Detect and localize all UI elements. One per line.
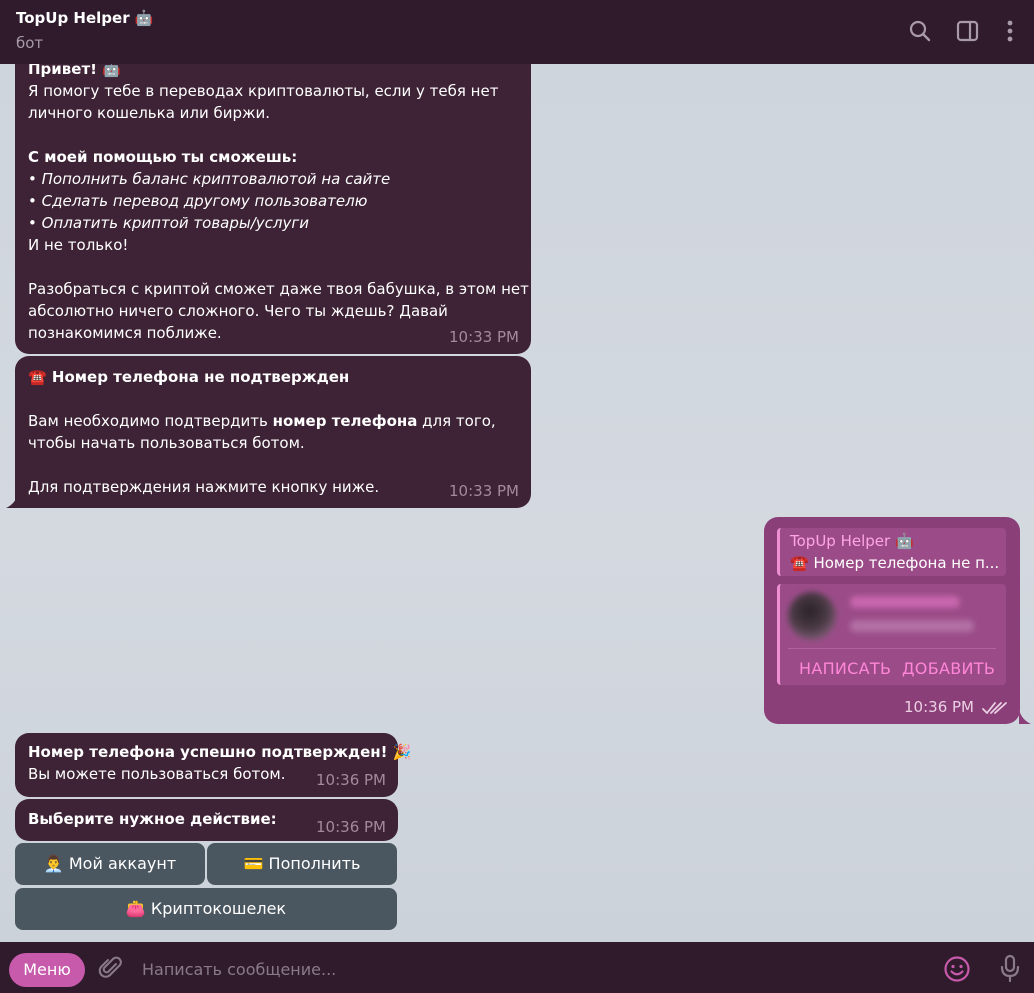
phone-required-body: Вам необходимо подтвердить номер телефон… — [28, 410, 519, 432]
message-text-line: • Оплатить криптой товары/услуги — [28, 214, 309, 232]
shared-contact-card[interactable]: НАПИСАТЬ ДОБАВИТЬ — [777, 584, 1006, 685]
message-time: 10:33 PM — [449, 328, 519, 346]
message-input[interactable] — [142, 956, 922, 982]
phone-required-message: ☎️ Номер телефона не подтвержден Вам нео… — [15, 356, 531, 508]
phone-required-title: ☎️ Номер телефона не подтвержден — [28, 368, 350, 386]
bubble-tail — [6, 494, 18, 508]
search-icon[interactable] — [907, 18, 933, 44]
reply-preview[interactable]: TopUp Helper 🤖 ☎️ Номер телефона не п... — [777, 528, 1006, 576]
body-text: для того, — [417, 412, 496, 430]
message-text-line: • Пополнить баланс криптовалютой на сайт… — [28, 170, 391, 188]
write-contact-button[interactable]: НАПИСАТЬ — [799, 658, 891, 680]
crypto-wallet-button[interactable]: 👛 Криптокошелек — [15, 888, 397, 930]
outgoing-contact-message: TopUp Helper 🤖 ☎️ Номер телефона не п...… — [764, 517, 1020, 724]
bot-menu-button[interactable]: Меню — [9, 953, 85, 987]
message-text-line: Для подтверждения нажмите кнопку ниже. — [28, 478, 380, 496]
reply-text: ☎️ Номер телефона не п... — [790, 554, 1000, 572]
divider — [788, 648, 996, 649]
message-text-line: личного кошелька или биржи. — [28, 104, 271, 122]
phone-confirmed-message: Номер телефона успешно подтвержден! 🎉 Вы… — [15, 733, 412, 797]
message-composer: Меню — [0, 942, 1034, 993]
emoji-icon[interactable] — [943, 955, 971, 983]
message-text-line — [28, 124, 519, 146]
contact-name-blurred — [850, 596, 960, 608]
message-text-line: • Сделать перевод другому пользователю — [28, 192, 368, 210]
message-text-line: познакомимся поближе. — [28, 324, 222, 342]
my-account-button[interactable]: 👨‍💼 Мой аккаунт — [15, 843, 205, 885]
chat-subtitle: бот — [16, 34, 44, 52]
body-text: Вам необходимо подтвердить — [28, 412, 273, 430]
bubble-tail — [1019, 710, 1031, 724]
message-text-line: абсолютно ничего сложного. Чего ты ждешь… — [28, 302, 448, 320]
message-time: 10:33 PM — [449, 482, 519, 500]
top-up-button[interactable]: 💳 Пополнить — [207, 843, 397, 885]
message-text-line: чтобы начать пользоваться ботом. — [28, 434, 305, 452]
message-text-line: Разобраться с криптой сможет даже твоя б… — [28, 280, 529, 298]
message-text-line — [28, 388, 519, 410]
avatar — [788, 592, 836, 640]
message-time: 10:36 PM — [316, 771, 386, 789]
welcome-message: Привет! 🤖 Я помогу тебе в переводах крип… — [15, 64, 531, 354]
message-time: 10:36 PM — [904, 698, 974, 716]
message-time: 10:36 PM — [316, 818, 386, 836]
contact-phone-blurred — [850, 620, 974, 632]
message-text-line: С моей помощью ты сможешь: — [28, 148, 298, 166]
message-text-line: Я помогу тебе в переводах криптовалюты, … — [28, 82, 499, 100]
more-vertical-icon[interactable] — [997, 18, 1023, 44]
choose-action-message: Выберите нужное действие: 10:36 PM — [15, 799, 398, 841]
chat-header: TopUp Helper 🤖 бот — [0, 0, 1034, 64]
body-bold-text: номер телефона — [272, 412, 418, 430]
message-text-line — [28, 256, 519, 278]
chat-title[interactable]: TopUp Helper 🤖 — [16, 9, 154, 27]
double-check-icon — [982, 702, 1007, 714]
attach-icon[interactable] — [98, 955, 124, 981]
reply-author: TopUp Helper 🤖 — [790, 532, 914, 550]
phone-confirmed-title: Номер телефона успешно подтвержден! 🎉 — [28, 743, 412, 761]
sidebar-toggle-icon[interactable] — [955, 18, 981, 44]
message-text-line: И не только! — [28, 236, 129, 254]
chat-history[interactable]: Привет! 🤖 Я помогу тебе в переводах крип… — [0, 64, 1034, 942]
microphone-icon[interactable] — [998, 954, 1022, 984]
add-contact-button[interactable]: ДОБАВИТЬ — [902, 658, 995, 680]
message-text-line — [28, 454, 519, 476]
welcome-greeting: Привет! 🤖 — [28, 64, 121, 78]
